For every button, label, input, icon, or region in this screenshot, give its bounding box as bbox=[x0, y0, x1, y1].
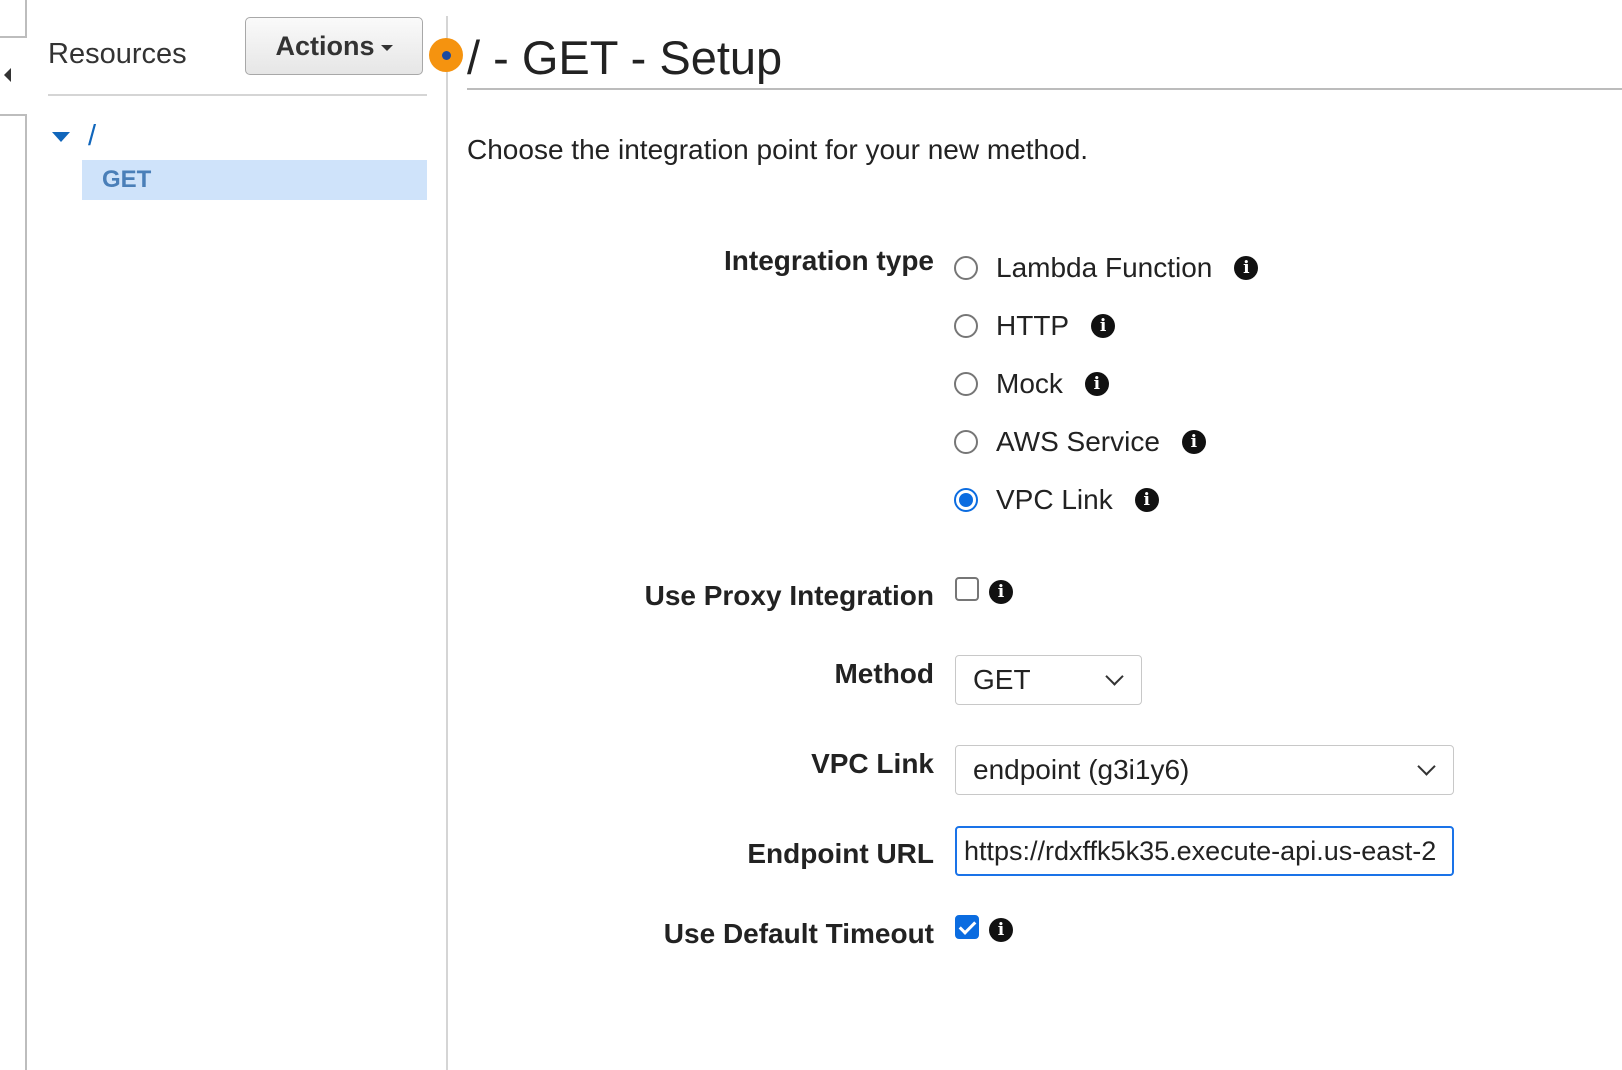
radio-dot bbox=[959, 493, 973, 507]
vpc-link-label: VPC Link bbox=[811, 748, 934, 779]
caret-down-icon bbox=[380, 45, 393, 51]
strip-border bbox=[0, 36, 26, 38]
info-icon[interactable]: i bbox=[989, 580, 1013, 604]
radio-mock[interactable]: Mock i bbox=[954, 368, 1109, 400]
radio-label: AWS Service bbox=[996, 426, 1160, 457]
method-select-value: GET bbox=[973, 664, 1031, 695]
radio-vpc-link[interactable]: VPC Link i bbox=[954, 484, 1159, 516]
resources-title: Resources bbox=[48, 38, 187, 70]
divider bbox=[48, 94, 427, 96]
radio-http[interactable]: HTTP i bbox=[954, 310, 1116, 342]
collapse-strip bbox=[0, 0, 27, 1070]
tree-item-get-label: GET bbox=[102, 166, 152, 193]
tree-item-root-label: / bbox=[88, 120, 97, 152]
caret-down-icon[interactable] bbox=[52, 131, 70, 142]
info-icon[interactable]: i bbox=[1134, 488, 1159, 512]
page-title: / - GET - Setup bbox=[467, 31, 783, 84]
resize-handle-dot bbox=[441, 50, 451, 60]
tree-item-root[interactable]: / bbox=[52, 120, 96, 153]
method-select[interactable]: GET bbox=[955, 655, 1142, 705]
panel-divider[interactable] bbox=[446, 16, 448, 1070]
radio-button[interactable] bbox=[954, 372, 978, 396]
use-proxy-integration-label: Use Proxy Integration bbox=[644, 580, 934, 611]
radio-button[interactable] bbox=[954, 256, 978, 280]
info-icon[interactable]: i bbox=[989, 918, 1013, 942]
chevron-down-icon bbox=[1105, 667, 1124, 686]
use-proxy-integration-checkbox[interactable] bbox=[955, 577, 979, 601]
use-default-timeout-label: Use Default Timeout bbox=[663, 918, 934, 949]
radio-aws-service[interactable]: AWS Service i bbox=[954, 426, 1206, 458]
radio-button[interactable] bbox=[954, 430, 978, 454]
radio-label: HTTP bbox=[996, 310, 1070, 341]
info-icon[interactable]: i bbox=[1084, 372, 1109, 396]
tree-item-get[interactable]: GET bbox=[82, 160, 427, 200]
info-icon[interactable]: i bbox=[1181, 430, 1206, 454]
use-default-timeout-checkbox[interactable] bbox=[955, 915, 979, 939]
actions-button[interactable]: Actions bbox=[245, 17, 423, 75]
integration-type-label: Integration type bbox=[723, 245, 934, 276]
radio-lambda-function[interactable]: Lambda Function i bbox=[954, 252, 1259, 284]
info-icon[interactable]: i bbox=[1234, 256, 1259, 280]
collapse-arrow-icon[interactable] bbox=[4, 68, 11, 82]
strip-border bbox=[0, 114, 26, 116]
radio-label: VPC Link bbox=[996, 484, 1113, 515]
method-label: Method bbox=[834, 658, 934, 689]
chevron-down-icon bbox=[1417, 757, 1436, 776]
radio-button-selected[interactable] bbox=[954, 488, 978, 512]
radio-button[interactable] bbox=[954, 314, 978, 338]
radio-label: Mock bbox=[996, 368, 1063, 399]
radio-label: Lambda Function bbox=[996, 252, 1213, 283]
strip-border bbox=[25, 0, 27, 38]
vpc-link-select[interactable]: endpoint (g3i1y6) bbox=[955, 745, 1454, 795]
endpoint-url-input[interactable] bbox=[955, 826, 1454, 876]
intro-text: Choose the integration point for your ne… bbox=[467, 134, 1089, 165]
strip-border bbox=[25, 114, 27, 1070]
actions-button-label: Actions bbox=[275, 30, 375, 61]
vpc-link-select-value: endpoint (g3i1y6) bbox=[973, 754, 1190, 785]
endpoint-url-label: Endpoint URL bbox=[747, 838, 934, 869]
resize-handle-indicator[interactable] bbox=[429, 38, 463, 72]
info-icon[interactable]: i bbox=[1091, 314, 1116, 338]
divider bbox=[467, 88, 1622, 90]
